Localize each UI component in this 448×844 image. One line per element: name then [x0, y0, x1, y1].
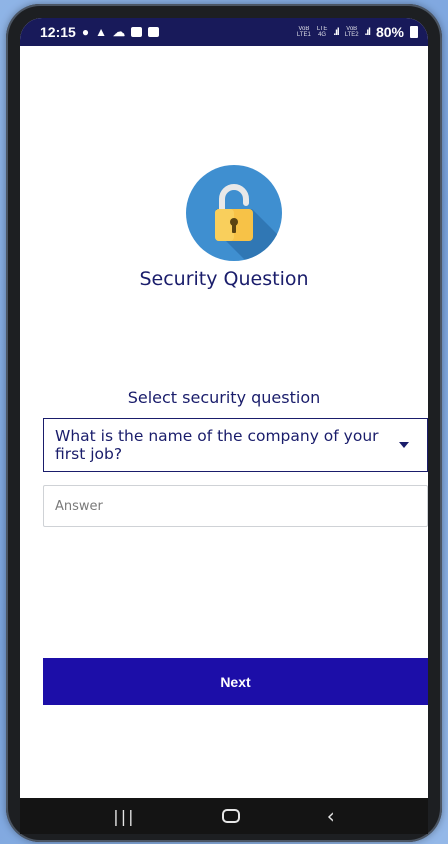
- back-icon[interactable]: ‹: [327, 806, 335, 826]
- network-2-bottom: 4G: [318, 32, 327, 38]
- system-nav-bar: ||| ‹: [20, 798, 428, 834]
- chat-icon: ●: [81, 25, 90, 39]
- recents-icon[interactable]: |||: [113, 807, 135, 826]
- status-time: 12:15: [40, 24, 76, 40]
- network-indicator-1: VoB LTE1: [297, 26, 311, 38]
- network-1-bottom: LTE1: [296, 32, 311, 38]
- page-title: Security Question: [139, 268, 309, 290]
- network-indicator-3: VoB LTE2: [345, 26, 359, 38]
- unlocked-padlock-icon: [186, 165, 282, 261]
- warning-icon: ▲: [95, 25, 107, 39]
- network-3-bottom: LTE2: [344, 32, 359, 38]
- status-bar: 12:15 ● ▲ ☁ VoB LTE1 LTE 4G .ıl VoB LTE2…: [20, 18, 428, 46]
- select-question-label: Select security question: [127, 388, 321, 407]
- security-question-dropdown[interactable]: What is the name of the company of your …: [43, 418, 428, 472]
- battery-percent: 80%: [375, 24, 404, 40]
- gallery-icon: [147, 27, 159, 37]
- app-screen: 12:15 ● ▲ ☁ VoB LTE1 LTE 4G .ıl VoB LTE2…: [20, 18, 428, 834]
- next-button[interactable]: Next: [43, 658, 428, 705]
- network-indicator-2: LTE 4G: [317, 26, 328, 38]
- answer-input[interactable]: [43, 485, 428, 527]
- signal-icon: .ıl: [333, 26, 339, 38]
- mail-icon: [130, 27, 142, 37]
- battery-icon: [410, 26, 418, 38]
- cloud-icon: ☁: [112, 25, 125, 39]
- home-icon[interactable]: [222, 809, 241, 823]
- status-left: 12:15 ● ▲ ☁: [40, 24, 159, 40]
- signal-icon-2: .ıl: [364, 26, 371, 38]
- selected-question-text: What is the name of the company of your …: [55, 427, 379, 463]
- status-right: VoB LTE1 LTE 4G .ıl VoB LTE2 .ıl 80%: [297, 24, 418, 40]
- phone-frame: 12:15 ● ▲ ☁ VoB LTE1 LTE 4G .ıl VoB LTE2…: [6, 4, 442, 842]
- caret-down-icon: [399, 442, 409, 448]
